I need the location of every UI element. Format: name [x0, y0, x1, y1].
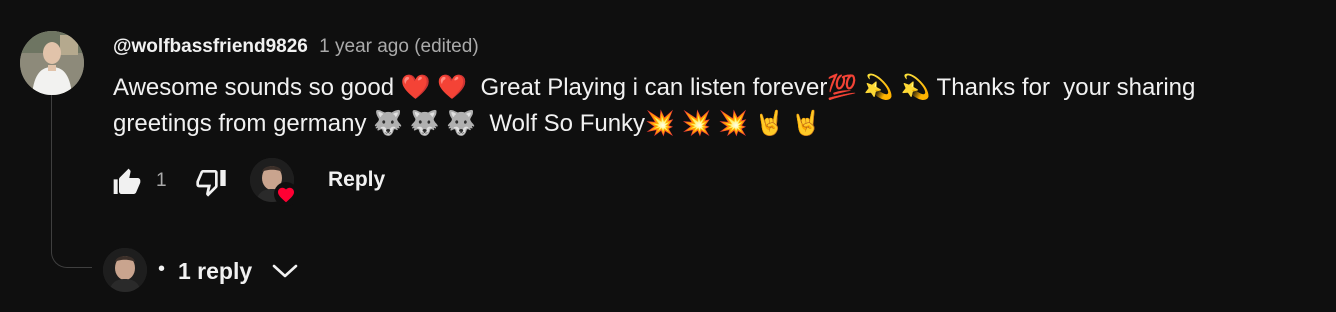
heart-icon — [274, 182, 298, 206]
thumb-down-icon — [196, 170, 226, 197]
replies-count-label: 1 reply — [178, 258, 253, 284]
reply-button[interactable]: Reply — [328, 168, 385, 192]
dislike-button[interactable] — [194, 166, 228, 198]
creator-heart — [250, 158, 298, 206]
thread-connector-line — [51, 95, 92, 268]
reply-author-avatar — [103, 248, 147, 292]
comment-text: Awesome sounds so good ❤️ ❤️ Great Playi… — [113, 74, 1203, 137]
author-avatar[interactable] — [20, 31, 84, 95]
replies-separator-dot: • — [158, 258, 166, 280]
comment-thread: @wolfbassfriend9826 1 year ago (edited) … — [0, 0, 1336, 312]
like-count: 1 — [156, 170, 167, 191]
comment-timestamp[interactable]: 1 year ago (edited) — [319, 36, 479, 57]
view-replies-button[interactable]: • 1 reply — [103, 248, 363, 294]
thumb-up-icon — [113, 168, 141, 194]
like-button[interactable] — [110, 166, 144, 198]
chevron-down-icon — [272, 264, 298, 278]
comment-header: @wolfbassfriend9826 1 year ago (edited) — [113, 35, 479, 59]
author-name[interactable]: @wolfbassfriend9826 — [113, 36, 308, 57]
